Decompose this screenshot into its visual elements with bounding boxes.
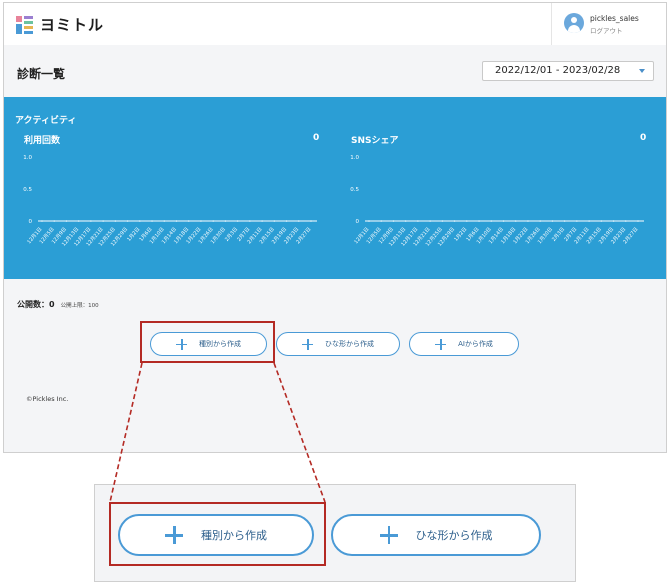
connector-line-left [109,362,143,503]
connector-line-right [273,362,326,503]
zoom-connector [109,362,326,503]
